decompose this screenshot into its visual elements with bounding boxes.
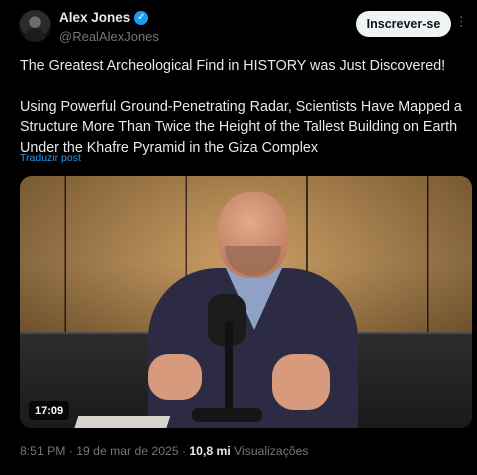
tweet-body: Using Powerful Ground-Penetrating Radar,… — [20, 98, 462, 156]
views-count[interactable]: 10,8 mi — [189, 444, 230, 458]
tweet-text: The Greatest Archeological Find in HISTO… — [20, 56, 465, 158]
author-handle[interactable]: @RealAlexJones — [59, 29, 159, 44]
meta-separator-2: · — [178, 444, 190, 458]
avatar[interactable] — [19, 10, 51, 42]
author-display-name[interactable]: Alex Jones — [59, 10, 130, 25]
views-label: Visualizações — [234, 444, 309, 458]
meta-separator: · — [65, 444, 77, 458]
author-name-row: Alex Jones ✓ — [59, 10, 149, 25]
verified-badge-icon: ✓ — [134, 10, 149, 25]
translate-post-link[interactable]: Traduzir post — [20, 152, 81, 164]
post-date[interactable]: 19 de mar de 2025 — [76, 444, 178, 458]
tweet-meta: 8:51 PM · 19 de mar de 2025 · 10,8 mi Vi… — [20, 444, 308, 458]
more-options-icon[interactable]: … — [458, 15, 474, 30]
video-player[interactable] — [20, 176, 472, 428]
subscribe-button[interactable]: Inscrever-se — [356, 11, 451, 37]
desk-paper — [73, 416, 171, 428]
post-time[interactable]: 8:51 PM — [20, 444, 65, 458]
tweet-headline: The Greatest Archeological Find in HISTO… — [20, 58, 446, 74]
tweet-header: Alex Jones ✓ @RealAlexJones Inscrever-se… — [0, 0, 477, 52]
video-duration-badge: 17:09 — [29, 401, 70, 420]
